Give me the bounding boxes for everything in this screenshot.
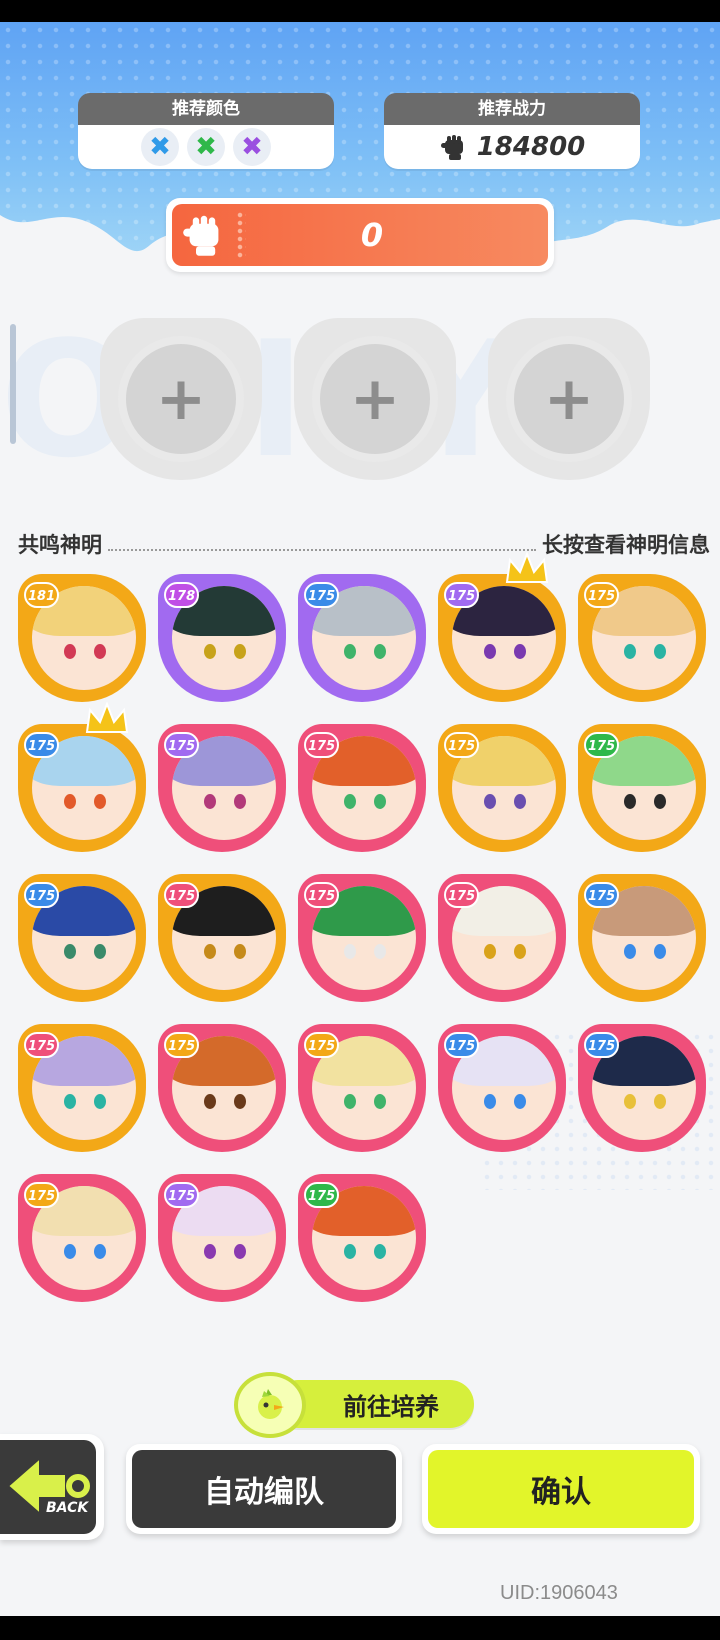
auto-team-label: 自动编队: [132, 1450, 396, 1528]
character-level-badge: 175: [24, 882, 60, 908]
back-label: BACK: [46, 1500, 89, 1516]
character-level-badge: 175: [24, 1032, 60, 1058]
section-divider: [108, 537, 536, 551]
character-level-badge: 175: [24, 732, 60, 758]
character-card[interactable]: 175: [578, 1024, 706, 1152]
character-card[interactable]: 178: [158, 574, 286, 702]
team-slot-1[interactable]: +: [100, 318, 262, 480]
color-blue-icon: ✖: [141, 128, 179, 166]
auto-team-button[interactable]: 自动编队: [126, 1444, 402, 1534]
character-card[interactable]: 175: [158, 1024, 286, 1152]
recommend-color-card: 推荐颜色 ✖ ✖ ✖: [78, 93, 334, 173]
color-glyph: ✖: [241, 132, 263, 162]
character-level-badge: 175: [584, 732, 620, 758]
cultivate-button[interactable]: 前往培养: [234, 1372, 478, 1438]
character-level-badge: 175: [444, 732, 480, 758]
character-level-badge: 175: [584, 882, 620, 908]
character-level-badge: 175: [444, 582, 480, 608]
recommend-power-card: 推荐战力 184800: [384, 93, 640, 173]
fist-icon: [172, 204, 236, 266]
scroll-indicator: [10, 324, 16, 444]
character-card[interactable]: 175: [18, 874, 146, 1002]
character-level-badge: 175: [164, 1182, 200, 1208]
add-icon: +: [543, 364, 595, 434]
character-level-badge: 175: [444, 882, 480, 908]
character-level-badge: 178: [164, 582, 200, 608]
recommend-color-title: 推荐颜色: [78, 93, 334, 125]
character-level-badge: 175: [304, 1182, 340, 1208]
section-title: 共鸣神明: [18, 533, 102, 557]
bird-icon: [234, 1372, 306, 1438]
character-card[interactable]: 181: [18, 574, 146, 702]
arrow-left-icon: [6, 1455, 90, 1517]
character-card[interactable]: 175: [298, 1174, 426, 1302]
team-power-value: 0: [360, 216, 384, 254]
confirm-label: 确认: [428, 1450, 694, 1528]
back-button[interactable]: BACK: [0, 1434, 104, 1540]
character-card[interactable]: 175: [298, 574, 426, 702]
confirm-button[interactable]: 确认: [422, 1444, 700, 1534]
color-green-icon: ✖: [187, 128, 225, 166]
section-header: 共鸣神明 长按查看神明信息: [18, 530, 710, 558]
character-level-badge: 175: [444, 1032, 480, 1058]
character-card[interactable]: 175: [438, 552, 566, 702]
character-card[interactable]: 175: [298, 874, 426, 1002]
character-card[interactable]: 175: [18, 1174, 146, 1302]
character-level-badge: 175: [584, 582, 620, 608]
character-card[interactable]: 175: [578, 574, 706, 702]
character-level-badge: 175: [304, 1032, 340, 1058]
team-slot-3[interactable]: +: [488, 318, 650, 480]
character-card[interactable]: 175: [158, 1174, 286, 1302]
team-slot-2[interactable]: +: [294, 318, 456, 480]
add-icon: +: [349, 364, 401, 434]
power-bar-separator: [236, 211, 246, 259]
character-card[interactable]: 175: [298, 1024, 426, 1152]
character-level-badge: 175: [164, 732, 200, 758]
color-glyph: ✖: [195, 132, 217, 162]
recommend-power-title: 推荐战力: [384, 93, 640, 125]
character-level-badge: 175: [304, 882, 340, 908]
character-card[interactable]: 175: [18, 702, 146, 852]
character-card[interactable]: 175: [438, 1024, 566, 1152]
crown-icon: [85, 702, 129, 733]
color-purple-icon: ✖: [233, 128, 271, 166]
section-hint: 长按查看神明信息: [542, 533, 710, 557]
recommend-color-list: ✖ ✖ ✖: [78, 125, 334, 169]
character-card[interactable]: 175: [578, 724, 706, 852]
character-card[interactable]: 175: [158, 724, 286, 852]
color-glyph: ✖: [149, 132, 171, 162]
add-icon: +: [155, 364, 207, 434]
character-card[interactable]: 175: [578, 874, 706, 1002]
character-card[interactable]: 175: [438, 724, 566, 852]
crown-icon: [505, 552, 549, 583]
character-card[interactable]: 175: [438, 874, 566, 1002]
character-level-badge: 175: [24, 1182, 60, 1208]
character-level-badge: 175: [304, 732, 340, 758]
recommend-power-value: 184800: [476, 132, 586, 162]
user-id: UID:1906043: [500, 1582, 618, 1604]
character-card[interactable]: 175: [298, 724, 426, 852]
character-level-badge: 175: [304, 582, 340, 608]
fist-icon: [440, 135, 463, 160]
nav-bar: [0, 1616, 720, 1640]
character-level-badge: 175: [164, 882, 200, 908]
character-card[interactable]: 175: [18, 1024, 146, 1152]
character-card[interactable]: 175: [158, 874, 286, 1002]
character-level-badge: 175: [164, 1032, 200, 1058]
status-bar: [0, 0, 720, 22]
team-power-bar: 0: [166, 198, 554, 272]
character-level-badge: 181: [24, 582, 60, 608]
character-level-badge: 175: [584, 1032, 620, 1058]
